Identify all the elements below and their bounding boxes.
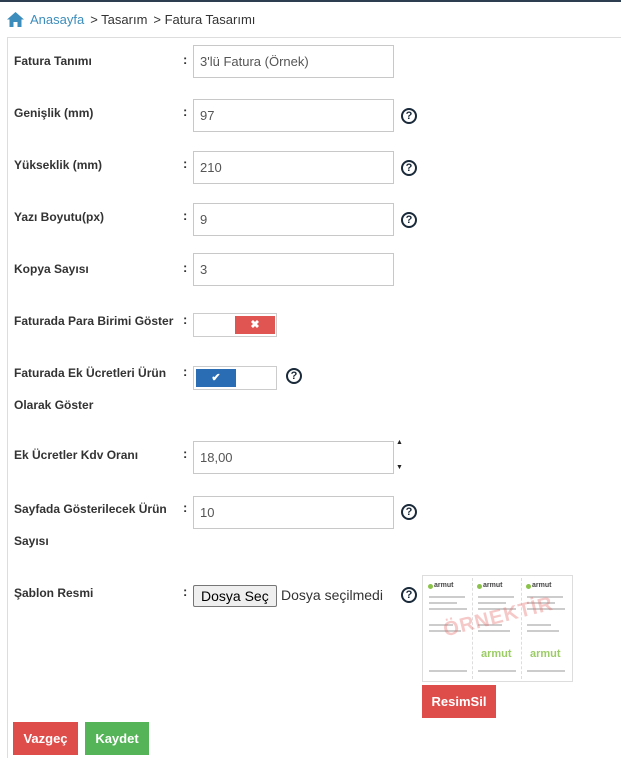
products-per-page-input[interactable] <box>193 496 394 529</box>
cancel-button[interactable]: Vazgeç <box>13 722 78 755</box>
breadcrumb: Anasayfa > Tasarım > Fatura Tasarımı <box>7 10 255 28</box>
width-label: Genişlik (mm) <box>14 106 94 120</box>
template-image-label: Şablon Resmi <box>14 586 94 600</box>
spin-down-icon[interactable]: ▼ <box>396 464 404 472</box>
colon: : <box>183 260 188 275</box>
preview-logo-large: armut <box>481 648 512 660</box>
help-icon[interactable]: ? <box>286 368 302 384</box>
preview-logo-large: armut <box>530 648 561 660</box>
spin-up-icon[interactable]: ▲ <box>396 439 404 447</box>
preview-logo: armut <box>483 582 503 589</box>
height-label: Yükseklik (mm) <box>14 158 103 172</box>
top-border <box>0 0 621 2</box>
colon: : <box>183 312 188 327</box>
colon: : <box>183 208 188 223</box>
invoice-name-label: Fatura Tanımı <box>14 54 92 68</box>
form-panel: Fatura Tanımı : Genişlik (mm) : ? Yüksek… <box>7 37 621 758</box>
show-currency-label: Faturada Para Birimi Göster <box>14 314 174 328</box>
preview-logo: armut <box>434 582 454 589</box>
font-size-label: Yazı Boyutu(px) <box>14 210 105 224</box>
copy-count-input[interactable] <box>193 253 394 286</box>
logo-dot <box>428 584 433 589</box>
preview-logo: armut <box>532 582 552 589</box>
help-icon[interactable]: ? <box>401 160 417 176</box>
delete-image-button[interactable]: ResimSil <box>422 685 496 718</box>
extra-fees-vat-label: Ek Ücretler Kdv Oranı <box>14 448 139 462</box>
colon: : <box>183 500 188 515</box>
colon: : <box>183 364 188 379</box>
colon: : <box>183 446 188 461</box>
colon: : <box>183 104 188 119</box>
check-icon: ✔ <box>196 369 236 387</box>
home-icon <box>7 11 24 27</box>
save-button[interactable]: Kaydet <box>85 722 149 755</box>
logo-dot <box>526 584 531 589</box>
colon: : <box>183 156 188 171</box>
width-input[interactable] <box>193 99 394 132</box>
breadcrumb-item-design[interactable]: > Tasarım <box>90 12 147 27</box>
file-status-text: Dosya seçilmedi <box>281 587 383 603</box>
times-icon: ✖ <box>235 316 275 334</box>
template-preview-image: armut armut armut armut armut ÖRNEKTİR <box>422 575 573 682</box>
font-size-input[interactable] <box>193 203 394 236</box>
products-per-page-label: Sayfada Gösterilecek Ürün Sayısı <box>14 502 167 548</box>
colon: : <box>183 584 188 599</box>
extra-fees-product-label: Faturada Ek Ücretleri Ürün Olarak Göster <box>14 366 167 412</box>
breadcrumb-home-label: Anasayfa <box>30 11 85 27</box>
choose-file-button[interactable]: Dosya Seç <box>193 585 277 607</box>
breadcrumb-home-link[interactable]: Anasayfa <box>7 11 85 27</box>
height-input[interactable] <box>193 151 394 184</box>
copy-count-label: Kopya Sayısı <box>14 262 89 276</box>
help-icon[interactable]: ? <box>401 212 417 228</box>
help-icon[interactable]: ? <box>401 504 417 520</box>
logo-dot <box>477 584 482 589</box>
invoice-name-input[interactable] <box>193 45 394 78</box>
colon: : <box>183 52 188 67</box>
show-currency-toggle[interactable]: ✖ <box>193 313 277 337</box>
help-icon[interactable]: ? <box>401 108 417 124</box>
extra-fees-vat-input[interactable] <box>193 441 394 474</box>
breadcrumb-item-invoice-design: > Fatura Tasarımı <box>153 11 256 27</box>
help-icon[interactable]: ? <box>401 587 417 603</box>
extra-fees-product-toggle[interactable]: ✔ <box>193 366 277 390</box>
